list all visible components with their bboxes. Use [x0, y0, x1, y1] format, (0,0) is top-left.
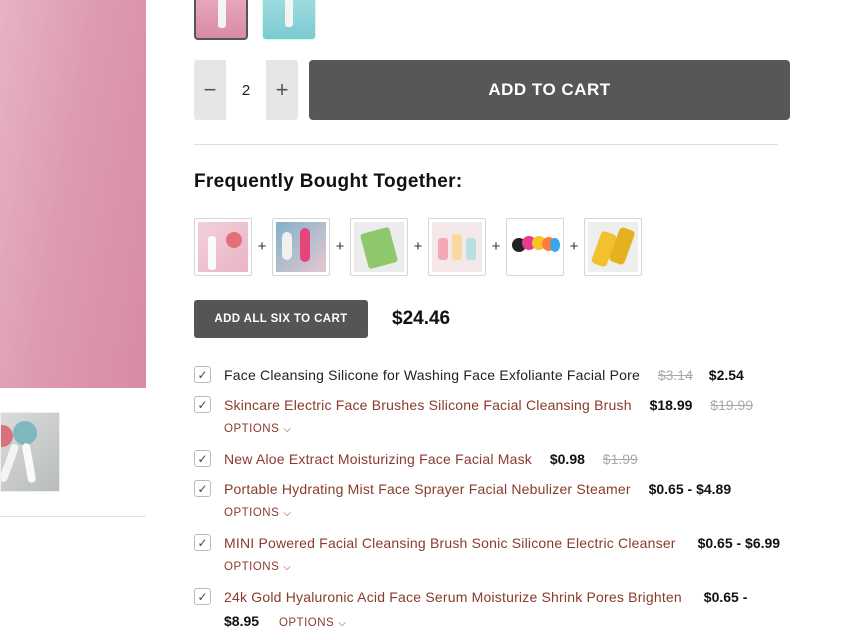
- bundle-thumb-5[interactable]: [506, 218, 564, 276]
- decrease-quantity-button[interactable]: −: [194, 60, 226, 120]
- section-divider: [194, 144, 778, 145]
- product-thumbnail[interactable]: [0, 412, 60, 492]
- item-old-price: $1.99: [602, 451, 638, 467]
- item-checkbox[interactable]: ✓: [194, 480, 211, 497]
- item-name[interactable]: 24k Gold Hyaluronic Acid Face Serum Mois…: [224, 589, 682, 605]
- item-name[interactable]: Skincare Electric Face Brushes Silicone …: [224, 397, 632, 413]
- bundle-thumb-2[interactable]: [272, 218, 330, 276]
- item-price: $8.95: [224, 613, 260, 629]
- item-price: $18.99: [649, 397, 693, 413]
- bundle-thumb-1[interactable]: [194, 218, 252, 276]
- check-icon: ✓: [197, 589, 208, 604]
- check-icon: ✓: [197, 367, 208, 382]
- check-icon: ✓: [197, 397, 208, 412]
- add-all-to-cart-button[interactable]: ADD ALL SIX TO CART: [194, 300, 368, 338]
- plus-icon: +: [413, 238, 423, 255]
- item-checkbox[interactable]: ✓: [194, 450, 211, 467]
- item-name[interactable]: MINI Powered Facial Cleansing Brush Soni…: [224, 535, 676, 551]
- bundle-thumb-3[interactable]: [350, 218, 408, 276]
- options-dropdown[interactable]: OPTIONS ⌵: [224, 423, 291, 435]
- bundle-total-price: $24.46: [392, 308, 451, 329]
- divider: [0, 516, 146, 517]
- plus-icon: +: [569, 238, 579, 255]
- item-price: $0.98: [549, 451, 585, 467]
- item-name[interactable]: Portable Hydrating Mist Face Sprayer Fac…: [224, 481, 631, 497]
- options-label: OPTIONS: [224, 561, 280, 573]
- options-label: OPTIONS: [224, 507, 280, 519]
- product-main-image: [0, 0, 146, 388]
- quantity-stepper: − 2 +: [194, 60, 298, 120]
- options-label: OPTIONS: [278, 617, 335, 629]
- item-price: $0.65 - $6.99: [697, 535, 781, 551]
- check-icon: ✓: [197, 451, 208, 466]
- options-dropdown[interactable]: OPTIONS ⌵: [279, 617, 346, 629]
- item-checkbox[interactable]: ✓: [194, 396, 211, 413]
- variant-swatch-blue[interactable]: [262, 0, 316, 40]
- item-name[interactable]: New Aloe Extract Moisturizing Face Facia…: [224, 451, 532, 467]
- bundle-thumb-6[interactable]: [584, 218, 642, 276]
- chevron-down-icon: ⌵: [283, 508, 292, 519]
- check-icon: ✓: [197, 481, 208, 496]
- chevron-down-icon: ⌵: [338, 618, 347, 629]
- options-dropdown[interactable]: OPTIONS ⌵: [224, 561, 291, 573]
- item-checkbox[interactable]: ✓: [194, 588, 211, 605]
- add-to-cart-button[interactable]: ADD TO CART: [309, 60, 790, 120]
- chevron-down-icon: ⌵: [283, 562, 292, 573]
- item-old-price: $19.99: [710, 397, 754, 413]
- chevron-down-icon: ⌵: [283, 424, 292, 435]
- plus-icon: +: [491, 238, 501, 255]
- check-icon: ✓: [197, 535, 208, 550]
- item-price: $2.54: [708, 367, 744, 383]
- plus-icon: +: [257, 238, 267, 255]
- item-checkbox[interactable]: ✓: [194, 366, 211, 383]
- fbt-title: Frequently Bought Together:: [194, 171, 463, 192]
- bundle-thumb-4[interactable]: [428, 218, 486, 276]
- variant-swatch-pink[interactable]: [194, 0, 248, 40]
- item-checkbox[interactable]: ✓: [194, 534, 211, 551]
- item-old-price: $3.14: [657, 367, 693, 383]
- increase-quantity-button[interactable]: +: [266, 60, 298, 120]
- plus-icon: +: [335, 238, 345, 255]
- quantity-input[interactable]: 2: [226, 60, 266, 120]
- item-name[interactable]: Face Cleansing Silicone for Washing Face…: [224, 367, 640, 383]
- item-price: $0.65 -: [703, 589, 748, 605]
- options-label: OPTIONS: [224, 423, 280, 435]
- item-price: $0.65 - $4.89: [648, 481, 732, 497]
- options-dropdown[interactable]: OPTIONS ⌵: [224, 507, 291, 519]
